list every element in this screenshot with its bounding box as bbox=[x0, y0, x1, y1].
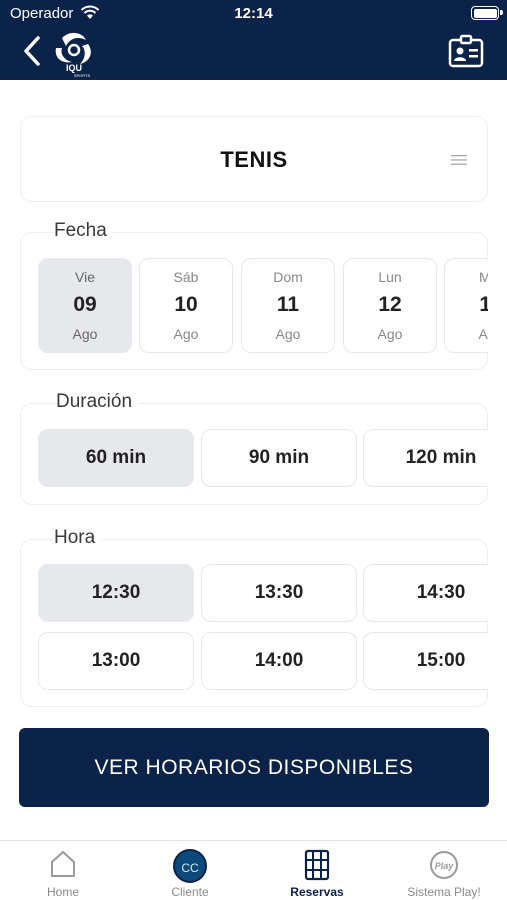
time-option[interactable]: 13:00 bbox=[38, 632, 194, 690]
duration-option[interactable]: 60 min bbox=[38, 429, 194, 487]
tab-label: Sistema Play! bbox=[407, 885, 481, 899]
date-section-label: Fecha bbox=[54, 220, 113, 242]
date-number: 11 bbox=[276, 293, 300, 316]
tab-sistema-play[interactable]: Play Sistema Play! bbox=[381, 841, 507, 900]
battery-icon bbox=[471, 6, 503, 20]
time-scroller[interactable]: 12:30 13:30 14:30 13:00 14:00 15:00 bbox=[38, 564, 488, 692]
date-month: Ago bbox=[478, 326, 488, 342]
reservas-icon bbox=[304, 849, 330, 881]
avatar: CC bbox=[173, 849, 207, 883]
tab-label: Cliente bbox=[171, 885, 209, 899]
time-option[interactable]: 14:30 bbox=[363, 564, 488, 622]
home-icon bbox=[51, 851, 75, 877]
id-card-icon[interactable] bbox=[447, 34, 485, 70]
date-day: Lun bbox=[378, 269, 402, 285]
date-day: Mar bbox=[478, 269, 488, 285]
date-number: 09 bbox=[73, 293, 97, 316]
time-option[interactable]: 14:00 bbox=[201, 632, 357, 690]
play-icon: Play bbox=[430, 851, 458, 879]
date-day: Dom bbox=[273, 269, 303, 285]
menu-lines-icon[interactable] bbox=[451, 154, 467, 166]
date-card[interactable]: Sáb 10 Ago bbox=[139, 258, 233, 353]
date-card[interactable]: Dom 11 Ago bbox=[241, 258, 335, 353]
duration-option[interactable]: 120 min bbox=[363, 429, 488, 487]
date-card[interactable]: Lun 12 Ago bbox=[343, 258, 437, 353]
tab-label: Reservas bbox=[290, 885, 344, 899]
iqu-sports-logo: IQU SPORTS bbox=[55, 32, 91, 78]
date-month: Ago bbox=[72, 326, 98, 342]
date-scroller[interactable]: Vie 09 Ago Sáb 10 Ago Dom 11 Ago Lun 12 … bbox=[38, 258, 488, 354]
view-available-times-button[interactable]: VER HORARIOS DISPONIBLES bbox=[19, 728, 489, 807]
tab-label: Home bbox=[46, 885, 79, 899]
time-option[interactable]: 15:00 bbox=[363, 632, 488, 690]
logo-subtext: SPORTS bbox=[74, 73, 91, 78]
time-section-label: Hora bbox=[54, 527, 102, 549]
date-number: 13 bbox=[479, 293, 488, 316]
date-card[interactable]: Vie 09 Ago bbox=[38, 258, 132, 353]
date-day: Sáb bbox=[173, 269, 199, 285]
duration-section-label: Duración bbox=[56, 391, 139, 413]
status-time: 12:14 bbox=[234, 5, 273, 22]
sport-selector[interactable]: TENIS bbox=[20, 116, 488, 202]
sport-title: TENIS bbox=[220, 147, 288, 172]
tab-reservas[interactable]: Reservas bbox=[254, 841, 380, 900]
date-card[interactable]: Mar 13 Ago bbox=[444, 258, 488, 353]
date-day: Vie bbox=[75, 269, 95, 285]
back-chevron-icon[interactable] bbox=[20, 34, 46, 68]
time-option[interactable]: 13:30 bbox=[201, 564, 357, 622]
svg-text:Play: Play bbox=[435, 861, 455, 871]
date-number: 10 bbox=[174, 293, 198, 316]
duration-option[interactable]: 90 min bbox=[201, 429, 357, 487]
nav-bar: IQU SPORTS bbox=[0, 28, 507, 80]
top-bar: Operador 12:14 IQU SPORTS bbox=[0, 0, 507, 80]
time-option[interactable]: 12:30 bbox=[38, 564, 194, 622]
tab-bar: Home CC Cliente Reservas Play Sistema Pl… bbox=[0, 840, 507, 900]
logo-text: IQU bbox=[66, 63, 82, 73]
tab-home[interactable]: Home bbox=[0, 841, 126, 900]
date-month: Ago bbox=[275, 326, 301, 342]
status-bar: Operador 12:14 bbox=[0, 0, 507, 28]
date-month: Ago bbox=[173, 326, 199, 342]
date-month: Ago bbox=[377, 326, 403, 342]
tab-cliente[interactable]: CC Cliente bbox=[127, 841, 253, 900]
date-number: 12 bbox=[378, 293, 402, 316]
duration-scroller[interactable]: 60 min 90 min 120 min bbox=[38, 429, 488, 489]
